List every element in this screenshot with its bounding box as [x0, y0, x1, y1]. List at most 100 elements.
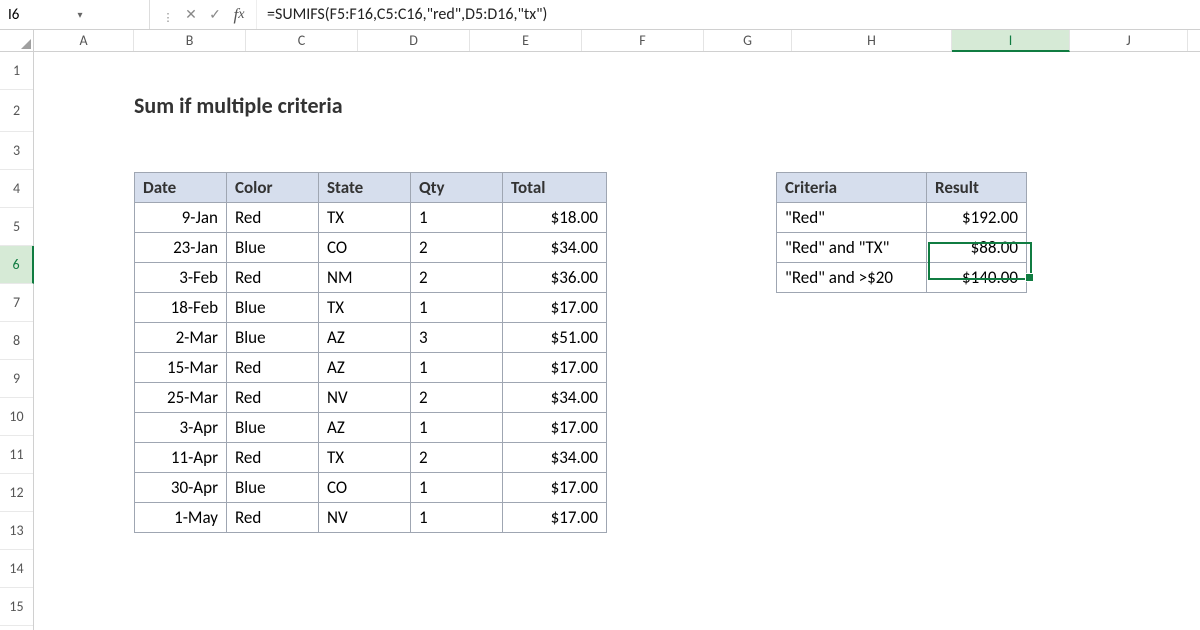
- cell[interactable]: 1: [411, 353, 503, 383]
- cell[interactable]: "Red" and "TX": [777, 233, 927, 263]
- formula-input[interactable]: =SUMIFS(F5:F16,C5:C16,"red",D5:D16,"tx"): [257, 0, 1200, 29]
- cell[interactable]: NV: [319, 383, 411, 413]
- cell[interactable]: 3-Feb: [135, 263, 227, 293]
- column-header-A[interactable]: A: [34, 30, 134, 51]
- cell[interactable]: Red: [227, 353, 319, 383]
- table-row[interactable]: 25-MarRedNV2$34.00: [135, 383, 607, 413]
- main-table-header[interactable]: Qty: [411, 173, 503, 203]
- cell[interactable]: 18-Feb: [135, 293, 227, 323]
- column-header-H[interactable]: H: [792, 30, 952, 51]
- column-header-D[interactable]: D: [358, 30, 470, 51]
- table-row[interactable]: "Red"$192.00: [777, 203, 1027, 233]
- cell[interactable]: 1-May: [135, 503, 227, 533]
- cell[interactable]: 2: [411, 263, 503, 293]
- chevron-down-icon[interactable]: ▾: [72, 8, 142, 21]
- table-row[interactable]: 1-MayRedNV1$17.00: [135, 503, 607, 533]
- column-header-F[interactable]: F: [582, 30, 704, 51]
- row-header-13[interactable]: 13: [0, 512, 33, 550]
- cell[interactable]: Blue: [227, 233, 319, 263]
- cell[interactable]: 1: [411, 503, 503, 533]
- cell[interactable]: $140.00: [927, 263, 1027, 293]
- cell[interactable]: 15-Mar: [135, 353, 227, 383]
- criteria-table-header[interactable]: Criteria: [777, 173, 927, 203]
- cell[interactable]: $34.00: [503, 233, 607, 263]
- row-header-9[interactable]: 9: [0, 360, 33, 398]
- cell[interactable]: AZ: [319, 353, 411, 383]
- table-row[interactable]: 3-FebRedNM2$36.00: [135, 263, 607, 293]
- row-header-12[interactable]: 12: [0, 474, 33, 512]
- main-table-header[interactable]: Date: [135, 173, 227, 203]
- cell[interactable]: TX: [319, 203, 411, 233]
- table-row[interactable]: 23-JanBlueCO2$34.00: [135, 233, 607, 263]
- cell[interactable]: 3: [411, 323, 503, 353]
- cell[interactable]: Red: [227, 443, 319, 473]
- row-header-5[interactable]: 5: [0, 208, 33, 246]
- row-header-2[interactable]: 2: [0, 90, 33, 132]
- cell[interactable]: 1: [411, 203, 503, 233]
- cell[interactable]: CO: [319, 473, 411, 503]
- row-header-1[interactable]: 1: [0, 52, 33, 90]
- cell[interactable]: 1: [411, 473, 503, 503]
- row-header-10[interactable]: 10: [0, 398, 33, 436]
- cell[interactable]: Red: [227, 503, 319, 533]
- cell[interactable]: Red: [227, 383, 319, 413]
- cell[interactable]: $17.00: [503, 353, 607, 383]
- row-header-11[interactable]: 11: [0, 436, 33, 474]
- cell[interactable]: Red: [227, 203, 319, 233]
- main-table-header[interactable]: State: [319, 173, 411, 203]
- table-row[interactable]: 2-MarBlueAZ3$51.00: [135, 323, 607, 353]
- cell[interactable]: $17.00: [503, 503, 607, 533]
- cell[interactable]: TX: [319, 443, 411, 473]
- row-header-15[interactable]: 15: [0, 588, 33, 626]
- column-header-B[interactable]: B: [134, 30, 246, 51]
- cell[interactable]: 1: [411, 413, 503, 443]
- criteria-table-header[interactable]: Result: [927, 173, 1027, 203]
- main-table-header[interactable]: Color: [227, 173, 319, 203]
- column-header-J[interactable]: J: [1070, 30, 1188, 51]
- table-row[interactable]: 3-AprBlueAZ1$17.00: [135, 413, 607, 443]
- cell[interactable]: $34.00: [503, 383, 607, 413]
- cell[interactable]: CO: [319, 233, 411, 263]
- cell[interactable]: TX: [319, 293, 411, 323]
- table-row[interactable]: 30-AprBlueCO1$17.00: [135, 473, 607, 503]
- table-row[interactable]: 9-JanRedTX1$18.00: [135, 203, 607, 233]
- cell[interactable]: $17.00: [503, 413, 607, 443]
- row-header-14[interactable]: 14: [0, 550, 33, 588]
- cell[interactable]: 23-Jan: [135, 233, 227, 263]
- confirm-icon[interactable]: ✓: [204, 4, 226, 26]
- cell[interactable]: NM: [319, 263, 411, 293]
- table-row[interactable]: 15-MarRedAZ1$17.00: [135, 353, 607, 383]
- cell[interactable]: 9-Jan: [135, 203, 227, 233]
- cell[interactable]: $18.00: [503, 203, 607, 233]
- table-row[interactable]: 11-AprRedTX2$34.00: [135, 443, 607, 473]
- cell[interactable]: 3-Apr: [135, 413, 227, 443]
- cell[interactable]: 2: [411, 443, 503, 473]
- cell[interactable]: Blue: [227, 473, 319, 503]
- cell[interactable]: 2-Mar: [135, 323, 227, 353]
- cell[interactable]: 30-Apr: [135, 473, 227, 503]
- sheet-area[interactable]: Sum if multiple criteria DateColorStateQ…: [34, 52, 1200, 630]
- column-header-C[interactable]: C: [246, 30, 358, 51]
- cell[interactable]: $36.00: [503, 263, 607, 293]
- table-row[interactable]: "Red" and "TX"$88.00: [777, 233, 1027, 263]
- column-header-G[interactable]: G: [704, 30, 792, 51]
- table-row[interactable]: 18-FebBlueTX1$17.00: [135, 293, 607, 323]
- fx-icon[interactable]: fx: [228, 4, 250, 26]
- cell[interactable]: Red: [227, 263, 319, 293]
- cell[interactable]: 2: [411, 233, 503, 263]
- cell[interactable]: Blue: [227, 323, 319, 353]
- row-header-3[interactable]: 3: [0, 132, 33, 170]
- cancel-icon[interactable]: ✕: [180, 4, 202, 26]
- cell[interactable]: AZ: [319, 323, 411, 353]
- cell[interactable]: $34.00: [503, 443, 607, 473]
- cell[interactable]: Blue: [227, 413, 319, 443]
- row-header-6[interactable]: 6: [0, 246, 34, 284]
- row-header-7[interactable]: 7: [0, 284, 33, 322]
- cell[interactable]: Blue: [227, 293, 319, 323]
- cell[interactable]: "Red": [777, 203, 927, 233]
- cell[interactable]: 2: [411, 383, 503, 413]
- cell[interactable]: 1: [411, 293, 503, 323]
- name-box[interactable]: I6 ▾: [0, 0, 150, 29]
- spreadsheet-grid[interactable]: 123456789101112131415 Sum if multiple cr…: [0, 52, 1200, 630]
- cell[interactable]: $17.00: [503, 293, 607, 323]
